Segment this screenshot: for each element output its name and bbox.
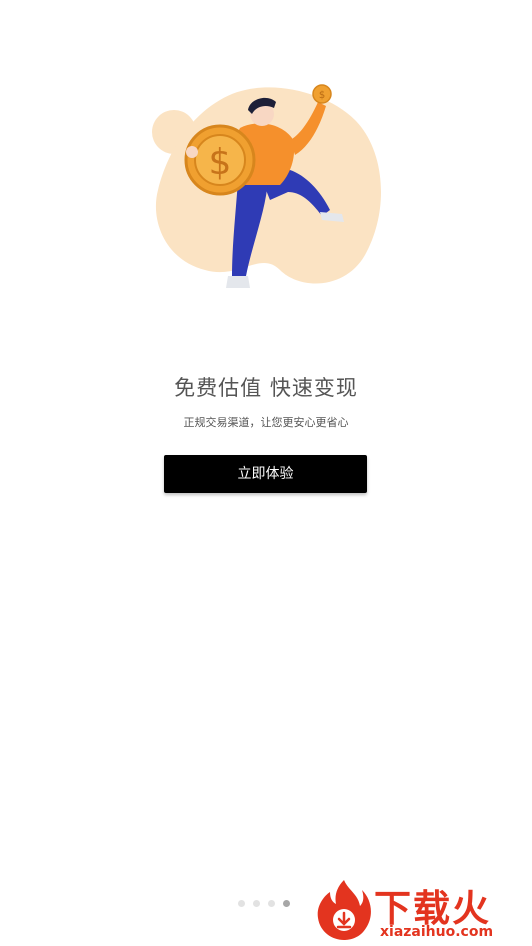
page-dot[interactable] [268,899,275,907]
page-dot[interactable] [238,899,245,907]
try-now-button[interactable]: 立即体验 [164,455,367,493]
watermark-url: xiazaihuo.com [380,924,494,940]
page-dot-active[interactable] [283,899,290,907]
hand [186,146,198,158]
page-dot[interactable] [253,899,260,907]
page-indicator [238,898,290,908]
front-shoe [226,276,250,288]
dollar-coin-person-illustration: $ $ [152,84,382,288]
site-watermark: 下载火 xiazaihuo.com [314,876,528,942]
onboarding-subtitle: 正规交易渠道，让您更安心更省心 [183,416,349,429]
svg-text:$: $ [319,90,325,101]
onboarding-title: 免费估值 快速变现 [174,376,358,400]
flame-logo-icon [317,880,371,940]
svg-text:$: $ [209,142,232,183]
